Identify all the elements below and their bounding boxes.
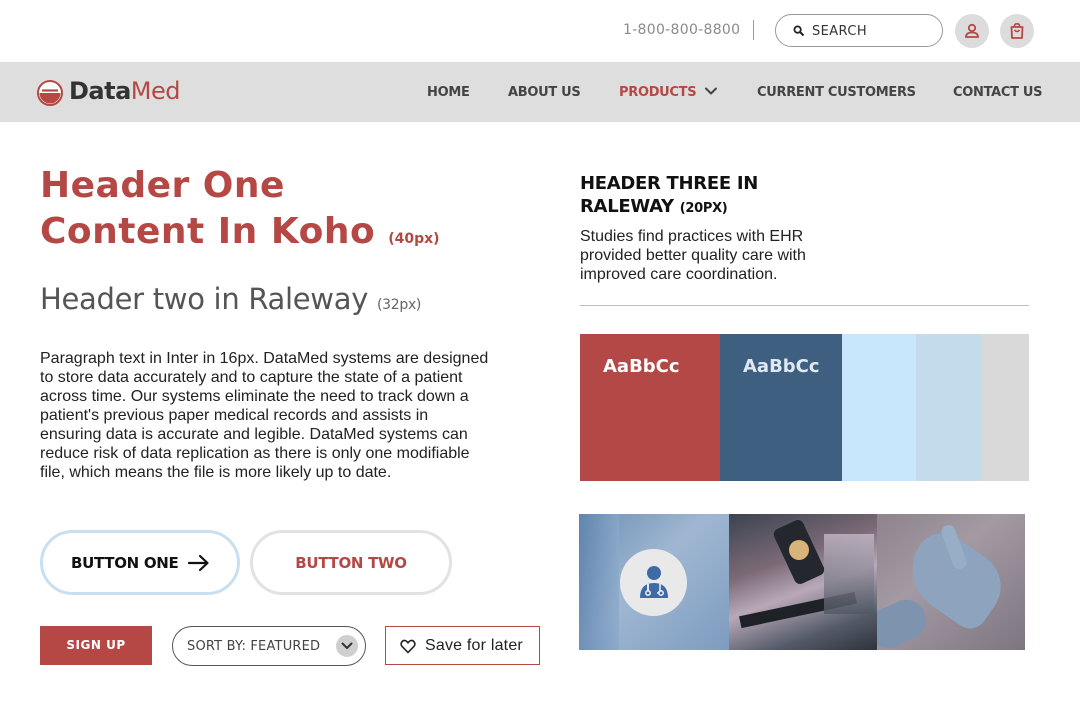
cart-button[interactable] [1000,14,1034,48]
header-two-text: Header two in Raleway [40,282,369,316]
sort-dropdown[interactable]: SORT BY: FEATURED [172,626,366,666]
search-input[interactable] [812,21,932,41]
top-utility-bar: 1-800-800-8800 [0,0,1080,62]
logo-text-data: Data [69,77,131,105]
header-one-line2: Content In Koho [40,211,376,252]
header-two-size: (32px) [376,297,422,313]
avatar [620,549,687,616]
account-button[interactable] [955,14,989,48]
save-for-later-label: Save for later [425,637,523,654]
nav-contact-us[interactable]: CONTACT US [953,85,1043,100]
header-three: HEADER THREE IN RALEWAY (20PX) [580,172,840,220]
header-three-size: (20PX) [679,201,728,216]
search-icon [793,25,805,37]
section-divider [580,305,1029,306]
header-one: Header One Content In Koho (40px) [40,163,440,262]
phone-number[interactable]: 1-800-800-8800 [623,22,740,38]
header-one-line1: Header One [40,165,285,206]
shopping-bag-icon [1010,22,1024,39]
sign-up-button[interactable]: SIGN UP [40,626,152,665]
nav-current-customers[interactable]: CURRENT CUSTOMERS [757,85,916,100]
divider [753,20,754,40]
swatch-label: AaBbCc [603,356,680,377]
logo-mark-icon [37,80,63,106]
header-one-size: (40px) [388,231,440,247]
nav-about-us[interactable]: ABOUT US [508,85,581,100]
chevron-down-icon[interactable] [704,84,718,98]
swatch-label: AaBbCc [743,356,820,377]
color-swatch-red: AaBbCc [580,334,720,481]
logo-text-med: Med [130,77,181,105]
arrow-right-icon [188,554,209,572]
color-swatch-blue: AaBbCc [720,334,842,481]
header-three-text: HEADER THREE IN RALEWAY [580,173,758,217]
paragraph-text: Paragraph text in Inter in 16px. DataMed… [40,350,489,481]
button-two-label: BUTTON TWO [295,554,407,572]
button-one[interactable]: BUTTON ONE [40,530,240,595]
color-swatch-gray [981,334,1029,481]
image-doctor-tile [579,514,729,650]
image-gloves-tile [877,514,1025,650]
header-three-body: Studies find practices with EHR provided… [580,228,806,283]
heart-icon [400,639,416,654]
person-icon [965,23,979,38]
save-for-later-button[interactable]: Save for later [385,626,540,665]
button-two[interactable]: BUTTON TWO [250,530,452,595]
color-swatch-pale-blue [916,334,981,481]
search-box[interactable] [775,14,943,47]
header-two: Header two in Raleway (32px) [40,282,421,316]
chevron-down-icon [341,642,353,649]
color-swatch-light-blue [842,334,916,481]
sort-chevron [336,635,358,657]
nav-products[interactable]: PRODUCTS [619,85,697,100]
doctor-icon [640,566,668,598]
image-microscope-tile [729,514,877,650]
sort-label: SORT BY: FEATURED [187,639,321,654]
nav-home[interactable]: HOME [427,85,470,100]
button-one-label: BUTTON ONE [71,554,179,572]
